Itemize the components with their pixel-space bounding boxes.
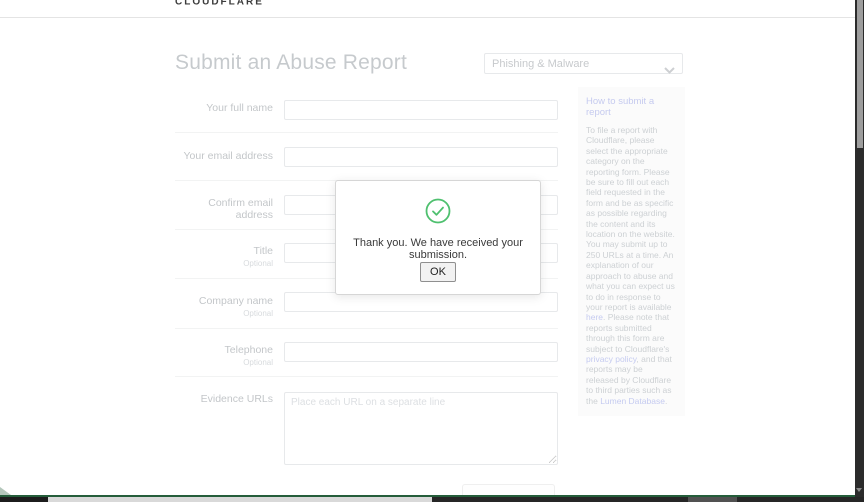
scrollbar-down-arrow-icon[interactable] (856, 488, 862, 492)
check-circle-icon (425, 198, 451, 224)
bottom-bar-left-dark (0, 497, 48, 502)
horizontal-scrollbar-thumb[interactable] (688, 497, 737, 502)
bottom-bar-left-gray (48, 497, 432, 502)
cloudflare-logo: CLOUDFLARE® (175, 0, 268, 7)
main-content: Submit an Abuse Report Phishing & Malwar… (0, 18, 855, 495)
registered-mark: ® (264, 0, 268, 2)
site-header: CLOUDFLARE® (0, 0, 855, 18)
modal-message: Thank you. We have received your submiss… (353, 237, 523, 261)
horizontal-scrollbar-track[interactable] (432, 497, 864, 502)
vertical-scrollbar-thumb[interactable] (857, 0, 863, 148)
ok-button[interactable]: OK (420, 262, 456, 282)
submission-confirmation-modal: Thank you. We have received your submiss… (335, 180, 541, 295)
vertical-scrollbar[interactable] (855, 0, 864, 497)
browser-viewport: CLOUDFLARE® Submit an Abuse Report Phish… (0, 0, 864, 502)
cloudflare-logo-text: CLOUDFLARE (175, 0, 264, 8)
